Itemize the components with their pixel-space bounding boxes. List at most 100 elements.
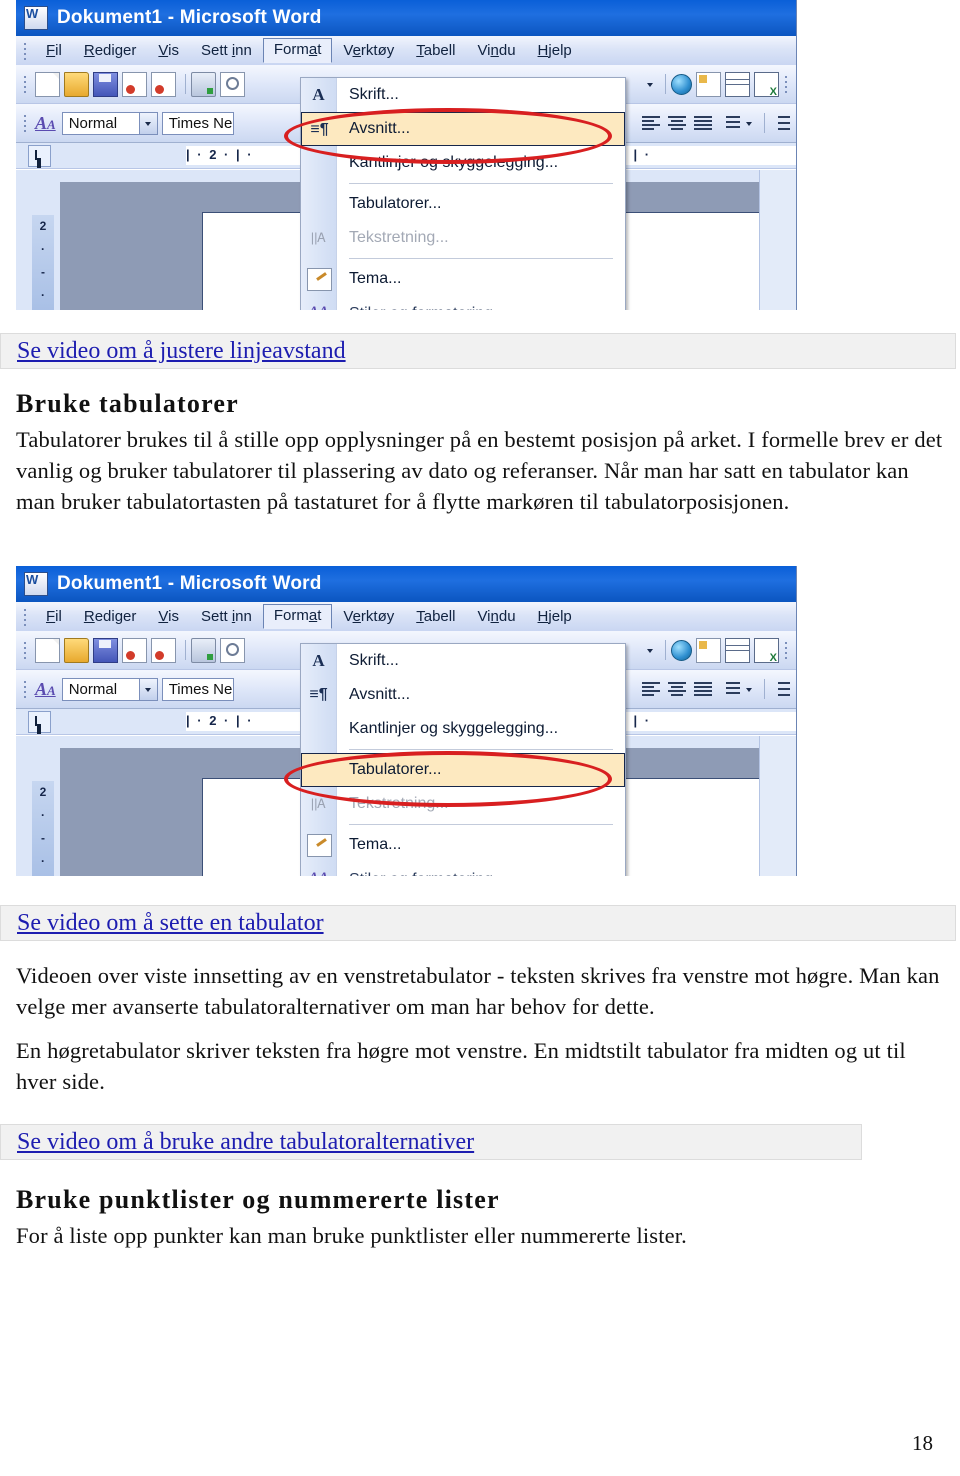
menu-tabell[interactable]: Tabell [405, 605, 466, 629]
menu-hjelp[interactable]: Hjelp [527, 39, 583, 63]
menu-item-label: Tabulatorer... [349, 761, 442, 778]
word-app-icon [24, 6, 48, 30]
line-spacing-icon[interactable] [717, 678, 743, 700]
chevron-down-icon[interactable] [743, 112, 756, 135]
menu-item-tabulatorer[interactable]: Tabulatorer... [301, 187, 625, 221]
chevron-down-icon[interactable] [138, 678, 157, 700]
email-icon[interactable] [151, 71, 176, 97]
open-folder-icon[interactable] [64, 71, 89, 97]
toolbar-grip-icon [22, 641, 30, 659]
chevron-down-icon[interactable] [138, 112, 157, 134]
chevron-down-icon[interactable] [743, 678, 756, 701]
styles-and-formatting-icon[interactable]: AA [35, 113, 56, 134]
new-document-icon[interactable] [35, 637, 60, 663]
align-justify-icon[interactable] [691, 678, 715, 700]
permission-icon[interactable] [122, 637, 147, 663]
new-document-icon[interactable] [35, 71, 60, 97]
hyperlink-globe-icon[interactable] [671, 73, 692, 95]
paragraph-mark-icon: ≡¶ [309, 686, 328, 703]
print-icon[interactable] [191, 71, 216, 97]
text-direction-icon: ||Ꭺ [310, 796, 327, 811]
video-link-bar-1[interactable]: Se video om å justere linjeavstand [0, 333, 956, 369]
menu-item-tabulatorer[interactable]: Tabulatorer... [301, 753, 625, 787]
menu-item-kantlinjer[interactable]: Kantlinjer og skyggelegging... [301, 712, 625, 746]
word-app-icon [24, 572, 48, 596]
draw-table-icon[interactable] [696, 71, 721, 97]
menu-sett-inn[interactable]: Sett inn [190, 39, 263, 63]
video-link-bar-2[interactable]: Se video om å sette en tabulator [0, 905, 956, 941]
menu-fil[interactable]: Fil [35, 605, 73, 629]
video-link-bar-3[interactable]: Se video om å bruke andre tabulatoralter… [0, 1124, 862, 1160]
chevron-down-icon[interactable] [644, 73, 657, 96]
toolbar-divider [665, 640, 666, 660]
video-link-andre-alternativer[interactable]: Se video om å bruke andre tabulatoralter… [17, 1129, 474, 1156]
tab-stop-selector-icon[interactable] [28, 144, 51, 167]
menu-format[interactable]: Format [262, 604, 333, 629]
toolbar-grip-icon [22, 42, 30, 60]
menu-item-avsnitt[interactable]: ≡¶ Avsnitt... [301, 112, 625, 146]
menu-item-stiler[interactable]: AA Stiler og formatering... [301, 296, 625, 310]
tab-stop-selector-icon[interactable] [28, 710, 51, 733]
toolbar-divider [185, 74, 186, 94]
menu-sett-inn[interactable]: Sett inn [190, 605, 263, 629]
align-left-icon[interactable] [639, 112, 663, 134]
style-combo[interactable]: Normal [61, 111, 158, 135]
align-left-icon[interactable] [639, 678, 663, 700]
insert-table-icon[interactable] [725, 637, 750, 663]
menu-tabell[interactable]: Tabell [405, 39, 466, 63]
menu-rediger[interactable]: Rediger [73, 39, 148, 63]
insert-excel-icon[interactable] [754, 71, 779, 98]
paragraph-mark-icon: ≡¶ [310, 121, 329, 138]
menu-item-label: Skrift... [349, 652, 399, 669]
menu-vindu[interactable]: Vindu [466, 39, 526, 63]
menu-item-label: Tema... [349, 270, 402, 287]
email-icon[interactable] [151, 637, 176, 663]
style-combo[interactable]: Normal [61, 677, 158, 701]
insert-table-icon[interactable] [725, 71, 750, 97]
menu-item-tema[interactable]: Tema... [301, 828, 625, 862]
paragraph-hogretabulator: En høgretabulator skriver teksten fra hø… [16, 1038, 906, 1094]
permission-icon[interactable] [122, 71, 147, 97]
hyperlink-globe-icon[interactable] [671, 639, 692, 661]
menu-hjelp[interactable]: Hjelp [527, 605, 583, 629]
video-link-sette-tabulator[interactable]: Se video om å sette en tabulator [17, 910, 324, 937]
print-icon[interactable] [191, 637, 216, 663]
save-disk-icon[interactable] [93, 71, 118, 97]
print-preview-icon[interactable] [220, 637, 245, 663]
menu-item-avsnitt[interactable]: ≡¶ Avsnitt... [301, 678, 625, 712]
menu-rediger[interactable]: Rediger [73, 605, 148, 629]
chevron-down-icon[interactable] [644, 639, 657, 662]
menu-fil[interactable]: Fil [35, 39, 73, 63]
numbered-list-icon[interactable] [770, 678, 794, 700]
line-spacing-icon[interactable] [717, 112, 743, 134]
insert-excel-icon[interactable] [754, 637, 779, 664]
menu-verktoy[interactable]: Verktøy [332, 39, 405, 63]
menu-item-skrift[interactable]: A Skrift... [301, 78, 625, 112]
video-link-linjeavstand[interactable]: Se video om å justere linjeavstand [17, 338, 346, 365]
menu-verktoy[interactable]: Verktøy [332, 605, 405, 629]
align-center-icon[interactable] [665, 112, 689, 134]
menu-item-label: Avsnitt... [349, 686, 411, 703]
menu-vis[interactable]: Vis [147, 39, 190, 63]
align-justify-icon[interactable] [691, 112, 715, 134]
font-combo[interactable]: Times Ne [161, 677, 234, 701]
menu-format[interactable]: Format [262, 38, 333, 63]
font-letter-icon: A [312, 651, 325, 670]
format-dropdown-menu[interactable]: A Skrift... ≡¶ Avsnitt... Kantlinjer og … [300, 643, 626, 876]
save-disk-icon[interactable] [93, 637, 118, 663]
menu-item-kantlinjer[interactable]: Kantlinjer og skyggelegging... [301, 146, 625, 180]
styles-and-formatting-icon[interactable]: AA [35, 679, 56, 700]
menu-item-stiler[interactable]: AA Stiler og formatering... [301, 862, 625, 876]
menu-item-skrift[interactable]: A Skrift... [301, 644, 625, 678]
menu-vindu[interactable]: Vindu [466, 605, 526, 629]
align-center-icon[interactable] [665, 678, 689, 700]
open-folder-icon[interactable] [64, 637, 89, 663]
menu-item-tekstretning: ||Ꭺ Tekstretning... [301, 787, 625, 821]
print-preview-icon[interactable] [220, 71, 245, 97]
format-dropdown-menu[interactable]: A Skrift... ≡¶ Avsnitt... Kantlinjer og … [300, 77, 626, 310]
menu-item-tema[interactable]: Tema... [301, 262, 625, 296]
menu-vis[interactable]: Vis [147, 605, 190, 629]
numbered-list-icon[interactable] [770, 112, 794, 134]
font-combo[interactable]: Times Ne [161, 111, 234, 135]
draw-table-icon[interactable] [696, 637, 721, 663]
